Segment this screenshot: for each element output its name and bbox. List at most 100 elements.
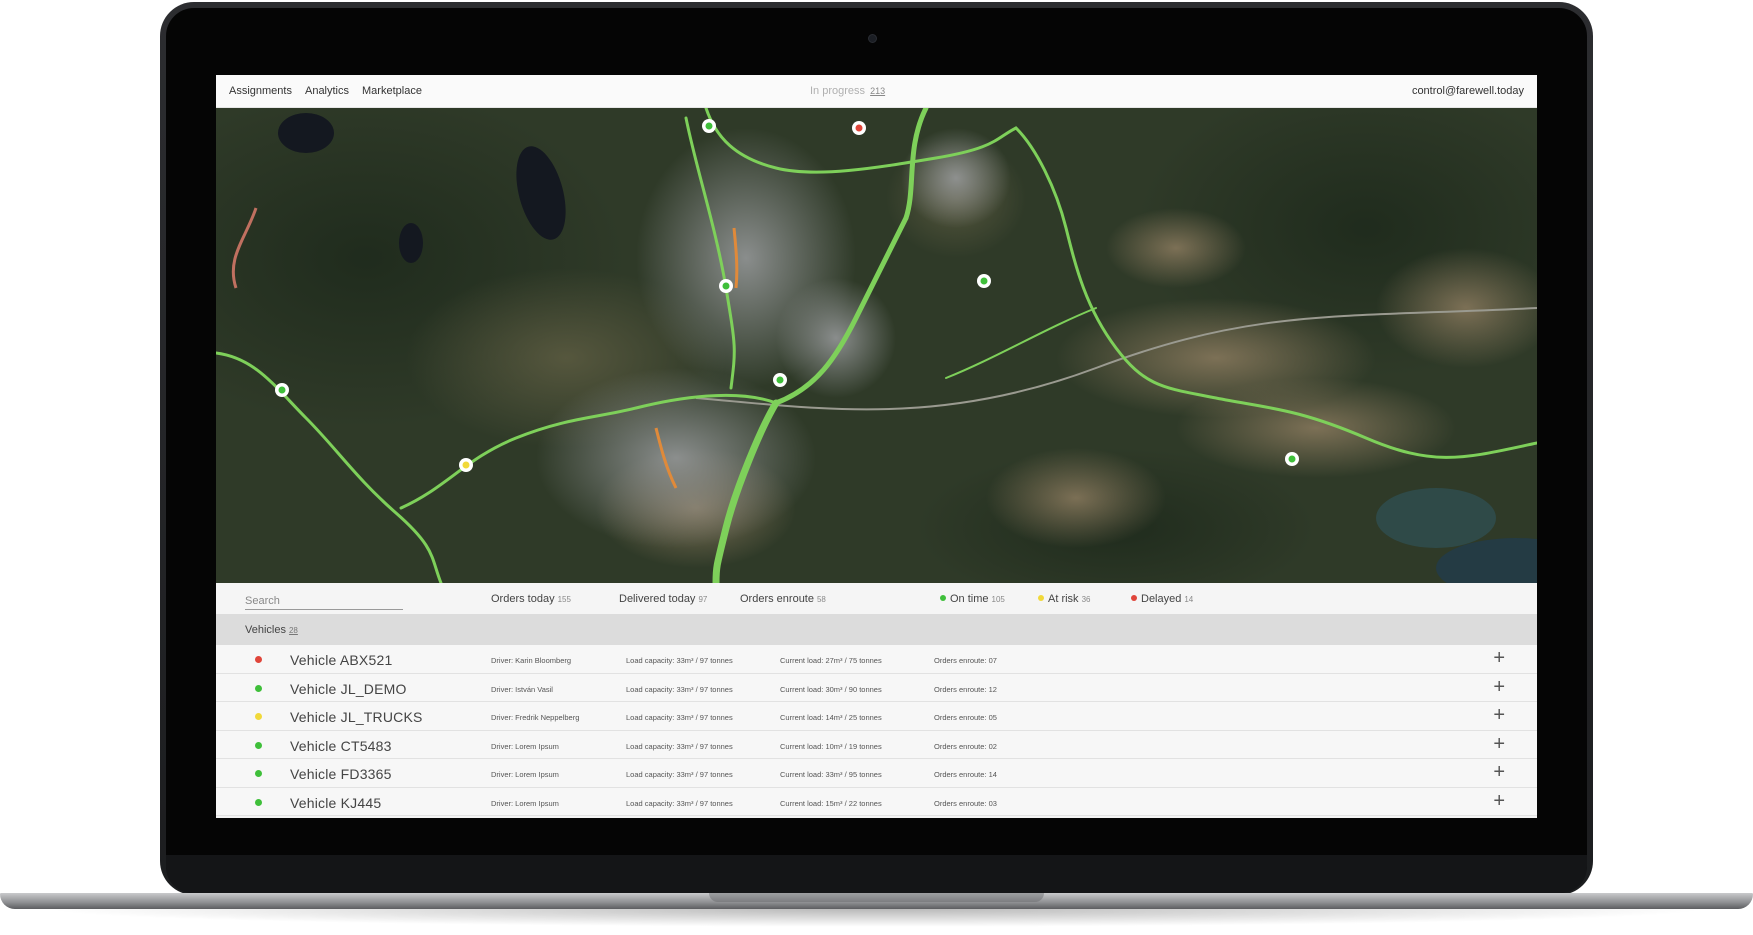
vehicle-driver: Driver: Lorem Ipsum — [491, 741, 559, 751]
laptop-shadow — [40, 909, 1713, 927]
vehicle-current-load: Current load: 33m³ / 95 tonnes — [780, 770, 882, 779]
vehicle-name: Vehicle JL_DEMO — [290, 680, 407, 697]
delivered-today-label: Delivered today — [619, 593, 696, 605]
stats-bar: Orders today155 Delivered today97 Orders… — [216, 583, 1537, 614]
filter-at-risk[interactable]: At risk 36 — [1038, 593, 1090, 605]
vehicle-marker-status-icon — [722, 282, 730, 290]
delayed-label: Delayed — [1141, 593, 1182, 605]
vehicle-row[interactable]: Vehicle CT5483 Driver: Lorem Ipsum Load … — [216, 730, 1537, 759]
vehicle-name: Vehicle CT5483 — [290, 737, 392, 754]
status-dot-icon — [255, 656, 262, 663]
vehicle-current-load: Current load: 30m³ / 90 tonnes — [780, 684, 882, 694]
vehicle-driver: Driver: Fredrik Neppelberg — [491, 713, 580, 722]
vehicle-load-capacity: Load capacity: 33m³ / 97 tonnes — [626, 713, 733, 722]
vehicle-orders-enroute: Orders enroute: 07 — [934, 656, 997, 665]
nav-assignments[interactable]: Assignments — [229, 85, 292, 97]
expand-plus-icon[interactable]: + — [1493, 734, 1505, 754]
vehicle-row[interactable]: Vehicle FD3365 Driver: Lorem Ipsum Load … — [216, 759, 1537, 788]
on-time-dot-icon — [940, 595, 946, 601]
vehicle-current-load: Current load: 15m³ / 22 tonnes — [780, 798, 882, 808]
vehicle-orders-enroute: Orders enroute: 05 — [934, 713, 997, 722]
orders-enroute-label: Orders enroute — [740, 593, 814, 605]
vehicle-orders-enroute: Orders enroute: 12 — [934, 684, 997, 694]
field-area — [1176, 378, 1456, 478]
status-dot-icon — [255, 770, 262, 777]
status-dot-icon — [255, 684, 262, 692]
vehicle-current-load: Current load: 27m³ / 75 tonnes — [780, 656, 882, 665]
at-risk-dot-icon — [1038, 595, 1044, 601]
search-input[interactable] — [245, 593, 403, 610]
vehicle-load-capacity: Load capacity: 33m³ / 97 tonnes — [626, 741, 733, 751]
nav-marketplace[interactable]: Marketplace — [362, 85, 422, 97]
vehicle-list: Vehicle ABX521 Driver: Karin Bloomberg L… — [216, 645, 1537, 816]
vehicles-header[interactable]: Vehicles 28 — [216, 614, 1537, 645]
delayed-value: 14 — [1184, 595, 1194, 604]
field-area — [1106, 208, 1246, 288]
laptop-base-notch — [709, 893, 1044, 902]
vehicle-marker-status-icon — [980, 277, 988, 285]
vehicle-name: Vehicle JL_TRUCKS — [290, 709, 423, 725]
orders-today-value: 155 — [557, 595, 571, 604]
top-bar: Assignments Analytics Marketplace In pro… — [216, 75, 1537, 108]
expand-plus-icon[interactable]: + — [1493, 648, 1505, 668]
vehicle-driver: Driver: Lorem Ipsum — [491, 770, 559, 779]
vehicle-marker-status-icon — [776, 376, 784, 384]
lake — [399, 223, 423, 263]
status-dot-icon — [255, 741, 262, 749]
expand-plus-icon[interactable]: + — [1493, 705, 1505, 725]
vehicle-row[interactable]: Vehicle ABX521 Driver: Karin Bloomberg L… — [216, 645, 1537, 674]
lake — [1376, 488, 1496, 548]
in-progress-indicator[interactable]: In progress 213 — [810, 85, 885, 97]
vehicle-driver: Driver: Karin Bloomberg — [491, 656, 572, 665]
vehicles-title: Vehicles 28 — [245, 624, 298, 636]
stat-delivered-today: Delivered today 97 — [619, 593, 707, 605]
at-risk-label: At risk — [1048, 593, 1079, 605]
stat-orders-enroute: Orders enroute 58 — [740, 593, 826, 605]
on-time-value: 105 — [991, 595, 1005, 604]
vehicle-orders-enroute: Orders enroute: 14 — [934, 770, 997, 779]
filter-delayed[interactable]: Delayed 14 — [1131, 593, 1193, 605]
vehicle-orders-enroute: Orders enroute: 02 — [934, 741, 997, 751]
expand-plus-icon[interactable]: + — [1493, 791, 1505, 811]
app-screen: Assignments Analytics Marketplace In pro… — [216, 75, 1537, 818]
urban-area — [776, 278, 896, 398]
in-progress-count: 213 — [870, 86, 886, 96]
in-progress-label: In progress — [810, 85, 866, 97]
vehicle-load-capacity: Load capacity: 33m³ / 97 tonnes — [626, 656, 733, 665]
main-nav: Assignments Analytics Marketplace — [229, 85, 422, 97]
vehicle-load-capacity: Load capacity: 33m³ / 97 tonnes — [626, 798, 733, 808]
satellite-map[interactable] — [216, 108, 1537, 583]
vehicle-row[interactable]: Vehicle KJ445 Driver: Lorem Ipsum Load c… — [216, 787, 1537, 816]
vehicles-label: Vehicles — [245, 624, 286, 636]
expand-plus-icon[interactable]: + — [1493, 677, 1505, 697]
stat-orders-today: Orders today 155 — [491, 593, 571, 605]
vehicle-row[interactable]: Vehicle JL_DEMO Driver: István Vasil Loa… — [216, 673, 1537, 702]
vehicle-current-load: Current load: 14m³ / 25 tonnes — [780, 713, 882, 722]
delayed-dot-icon — [1131, 595, 1137, 601]
status-dot-icon — [255, 798, 262, 806]
vehicle-orders-enroute: Orders enroute: 03 — [934, 798, 997, 808]
status-dot-icon — [255, 713, 262, 720]
vehicle-driver: Driver: István Vasil — [491, 684, 553, 694]
vehicle-marker-status-icon — [1288, 455, 1296, 463]
lake — [278, 113, 334, 153]
vehicle-current-load: Current load: 10m³ / 19 tonnes — [780, 741, 882, 751]
nav-analytics[interactable]: Analytics — [305, 85, 349, 97]
user-email[interactable]: control@farewell.today — [1412, 85, 1524, 97]
vehicle-load-capacity: Load capacity: 33m³ / 97 tonnes — [626, 684, 733, 694]
vehicle-name: Vehicle FD3365 — [290, 766, 392, 782]
vehicles-count: 28 — [288, 626, 298, 635]
vehicle-load-capacity: Load capacity: 33m³ / 97 tonnes — [626, 770, 733, 779]
field-area — [986, 448, 1166, 548]
expand-plus-icon[interactable]: + — [1493, 762, 1505, 782]
vehicle-name: Vehicle ABX521 — [290, 652, 393, 668]
vehicle-marker-status-icon — [462, 461, 470, 469]
filter-on-time[interactable]: On time 105 — [940, 593, 1005, 605]
orders-enroute-value: 58 — [816, 595, 826, 604]
delivered-today-value: 97 — [698, 595, 708, 604]
vehicle-marker-status-icon — [855, 124, 863, 132]
vehicle-driver: Driver: Lorem Ipsum — [491, 798, 559, 808]
orders-today-label: Orders today — [491, 593, 555, 605]
laptop-chin — [166, 855, 1587, 893]
vehicle-row[interactable]: Vehicle JL_TRUCKS Driver: Fredrik Neppel… — [216, 702, 1537, 731]
